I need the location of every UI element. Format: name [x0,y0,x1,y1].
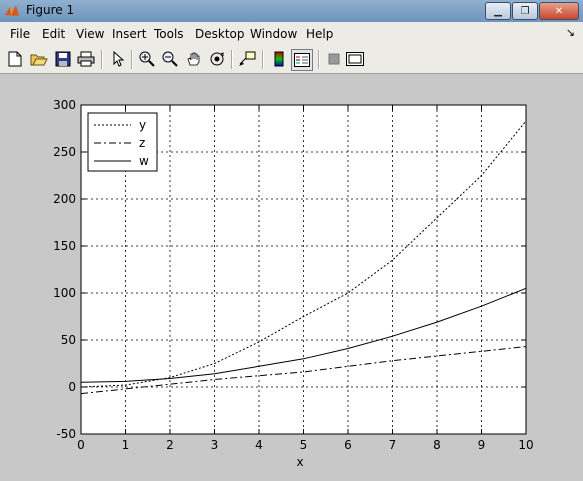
x-tick-label: 8 [433,438,441,452]
show-plot-tools-icon[interactable] [346,50,364,68]
zoom-in-icon[interactable] [138,50,156,68]
x-tick-label: 6 [344,438,352,452]
x-tick-label: 4 [255,438,263,452]
y-tick-label: 50 [61,333,76,347]
restore-button[interactable]: ❐ [512,2,538,20]
x-axis-label: x [296,455,303,469]
hide-plot-tools-icon[interactable] [325,50,343,68]
x-tick-label: 9 [478,438,486,452]
menu-desktop[interactable]: Desktop [195,27,245,41]
legend-icon[interactable] [291,49,313,71]
new-figure-icon[interactable] [6,50,24,68]
menu-view[interactable]: View [76,27,104,41]
menu-file[interactable]: File [10,27,30,41]
legend-label-z: z [139,136,145,150]
y-tick-label: 300 [53,98,76,112]
pointer-icon[interactable] [109,50,127,68]
window-title: Figure 1 [26,3,75,17]
rotate-3d-icon[interactable] [208,50,226,68]
x-tick-label: 1 [122,438,130,452]
x-tick-label: 0 [77,438,85,452]
y-tick-label: 0 [68,380,76,394]
menu-insert[interactable]: Insert [112,27,146,41]
legend-label-y: y [139,118,146,132]
plot-svg[interactable]: 0 1 2 3 4 5 6 7 8 9 10-50050100150200250300 x yzw [0,74,583,478]
colorbar-icon[interactable] [270,50,288,68]
legend[interactable]: yzw [87,112,158,172]
y-tick-label: 250 [53,145,76,159]
print-icon[interactable] [77,50,95,68]
save-icon[interactable] [54,50,72,68]
figure-canvas: 0 1 2 3 4 5 6 7 8 9 10 -50 0 50 100 150 200 250 300 x yzw [0,74,583,478]
minimize-button[interactable]: ▁ [485,2,511,20]
menu-bar: File Edit View Insert Tools Desktop Wind… [0,22,583,46]
menu-help[interactable]: Help [306,27,333,41]
x-tick-label: 10 [518,438,533,452]
x-tick-label: 3 [211,438,219,452]
y-tick-label: 100 [53,286,76,300]
pan-hand-icon[interactable] [185,50,203,68]
matlab-logo-icon [5,5,19,16]
menu-window[interactable]: Window [250,27,297,41]
y-tick-label: 200 [53,192,76,206]
y-tick-label: -50 [56,427,76,441]
title-bar: Figure 1 ▁ ❐ ✕ [0,0,583,22]
toolbar [0,46,583,74]
open-file-icon[interactable] [30,50,48,68]
menu-edit[interactable]: Edit [42,27,65,41]
menu-tools[interactable]: Tools [154,27,184,41]
y-tick-label: 150 [53,239,76,253]
dock-arrow-icon[interactable]: ↘ [566,26,575,39]
x-tick-label: 2 [166,438,174,452]
zoom-out-icon[interactable] [161,50,179,68]
legend-label-w: w [139,154,149,168]
x-tick-label: 7 [389,438,397,452]
close-button[interactable]: ✕ [539,2,579,20]
x-tick-label: 5 [300,438,308,452]
data-cursor-icon[interactable] [238,50,256,68]
